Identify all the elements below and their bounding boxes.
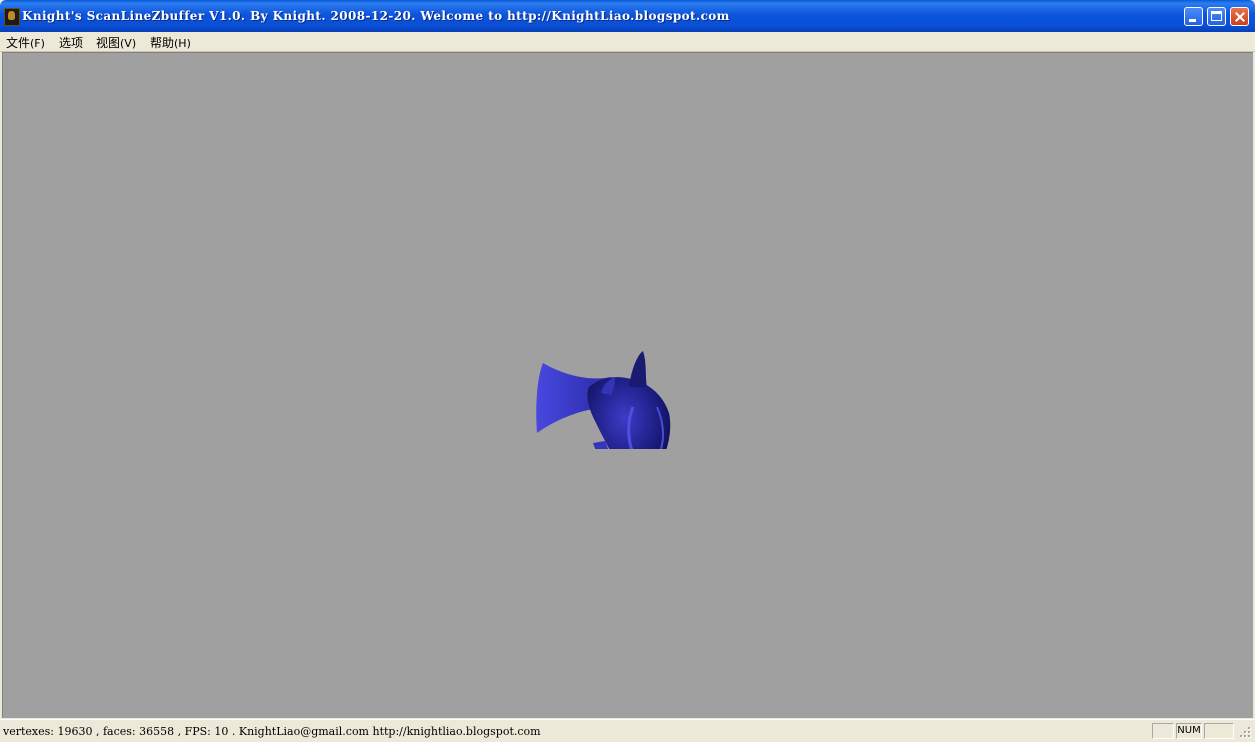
menu-options[interactable]: 选项 (59, 34, 83, 51)
window-title: Knight's ScanLineZbuffer V1.0. By Knight… (22, 9, 730, 23)
app-window: Knight's ScanLineZbuffer V1.0. By Knight… (0, 0, 1255, 742)
menu-file[interactable]: 文件(F) (6, 34, 45, 51)
status-bar: vertexes: 19630 , faces: 36558 , FPS: 10… (0, 719, 1255, 742)
menu-help-label: 帮助 (150, 36, 175, 50)
menu-view-label: 视图 (96, 36, 121, 50)
minimize-icon (1189, 19, 1196, 22)
fish-model (536, 351, 671, 449)
menu-view[interactable]: 视图(V) (96, 34, 136, 51)
app-icon[interactable] (4, 8, 20, 26)
menu-view-accel: (V) (120, 37, 137, 50)
title-bar[interactable]: Knight's ScanLineZbuffer V1.0. By Knight… (0, 0, 1255, 32)
status-pane-num: NUM (1176, 723, 1202, 739)
render-viewport[interactable] (2, 52, 1253, 718)
menu-options-label: 选项 (59, 36, 84, 50)
status-info: vertexes: 19630 , faces: 36558 , FPS: 10… (3, 725, 541, 738)
status-pane-caps (1152, 723, 1174, 739)
maximize-icon (1211, 11, 1222, 21)
status-pane-scroll (1204, 723, 1234, 739)
menu-bar: 文件(F) 选项 视图(V) 帮助(H) (0, 32, 1255, 52)
resize-grip-icon[interactable] (1238, 725, 1252, 739)
maximize-button[interactable] (1207, 7, 1226, 26)
menu-file-accel: (F) (30, 37, 45, 50)
menu-help-accel: (H) (174, 37, 191, 50)
fish-dorsal-fin (629, 351, 647, 387)
menu-help[interactable]: 帮助(H) (150, 34, 191, 51)
menu-file-label: 文件 (6, 36, 31, 50)
minimize-button[interactable] (1184, 7, 1203, 26)
close-button[interactable] (1230, 7, 1249, 26)
close-icon (1231, 8, 1248, 25)
